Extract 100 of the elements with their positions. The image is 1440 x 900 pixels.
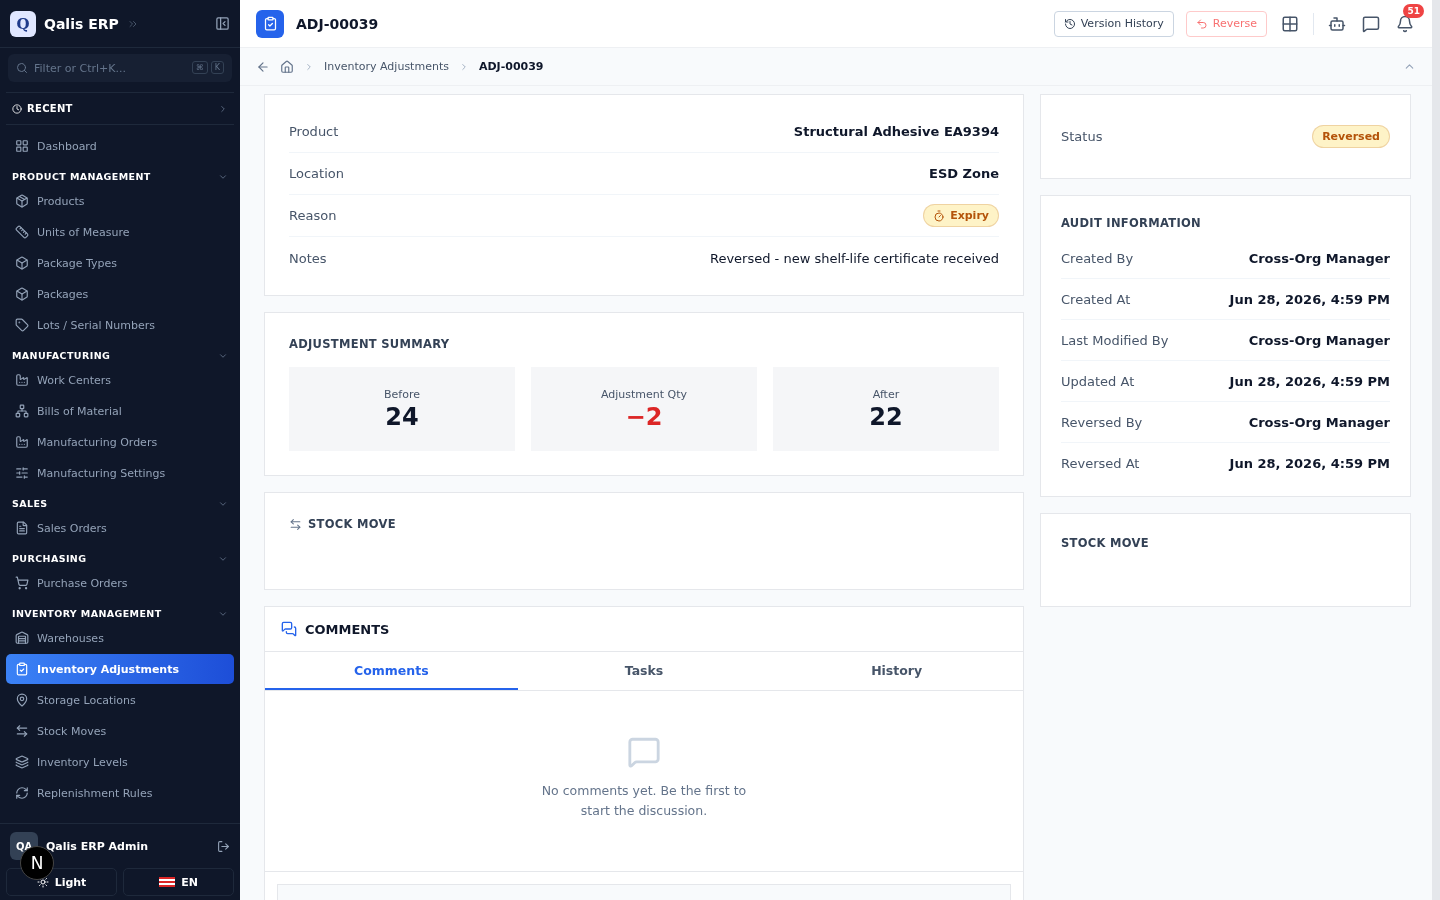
back-icon[interactable] bbox=[256, 59, 270, 74]
nav-item[interactable]: Replenishment Rules bbox=[6, 778, 234, 808]
nav-item[interactable]: Packages bbox=[6, 279, 234, 309]
shortcut-key: ⌘ bbox=[191, 61, 208, 74]
arrows-icon bbox=[15, 724, 29, 738]
nav-item[interactable]: Purchase Orders bbox=[6, 568, 234, 598]
field-value: Cross-Org Manager bbox=[1248, 250, 1390, 266]
search-icon bbox=[16, 62, 28, 74]
history-icon bbox=[1063, 17, 1076, 30]
field-label: Status bbox=[1061, 129, 1103, 144]
field-value: Jun 28, 2026, 4:59 PM bbox=[1229, 373, 1390, 389]
section-heading: SALES bbox=[12, 498, 48, 509]
clock-icon bbox=[12, 103, 22, 114]
box-icon bbox=[15, 287, 29, 301]
card-title: STOCK MOVE bbox=[308, 517, 396, 531]
field-label: Created At bbox=[1061, 291, 1131, 307]
field-value: Structural Adhesive EA9394 bbox=[793, 124, 999, 139]
field-label: Product bbox=[289, 124, 339, 139]
section-heading: MANUFACTURING bbox=[12, 350, 111, 361]
field-label: Reversed By bbox=[1061, 414, 1143, 430]
field-label: Reversed At bbox=[1061, 456, 1140, 471]
package-icon bbox=[15, 194, 29, 208]
version-history-button[interactable]: Version History bbox=[1053, 10, 1174, 37]
field-value: Cross-Org Manager bbox=[1248, 414, 1390, 430]
page-title: ADJ-00039 bbox=[296, 15, 380, 32]
nav-item[interactable]: Warehouses bbox=[6, 623, 234, 653]
summary-value: −2 bbox=[625, 402, 663, 431]
clipboard-check-icon bbox=[15, 662, 29, 676]
cart-icon bbox=[15, 576, 29, 590]
tab[interactable]: History bbox=[770, 652, 1023, 690]
card-title: STOCK MOVE bbox=[1061, 536, 1150, 550]
empty-message: No comments yet. Be the first to start the discussion. bbox=[540, 782, 748, 820]
summary-label: After bbox=[872, 387, 900, 401]
section-heading: PRODUCT MANAGEMENT bbox=[12, 171, 151, 182]
nav-item[interactable]: Dashboard bbox=[6, 131, 234, 161]
field-value: Jun 28, 2026, 4:59 PM bbox=[1229, 456, 1390, 471]
nav-item[interactable]: Sales Orders bbox=[6, 513, 234, 543]
grid-icon bbox=[15, 139, 29, 153]
nav-item[interactable]: Inventory Levels bbox=[6, 747, 234, 777]
nav-item[interactable]: Lots / Serial Numbers bbox=[6, 310, 234, 340]
summary-label: Before bbox=[384, 387, 420, 401]
nav-item[interactable]: Stock Moves bbox=[6, 716, 234, 746]
map-pin-icon bbox=[15, 693, 29, 707]
field-label: Last Modified By bbox=[1061, 332, 1169, 348]
nav-item[interactable]: Work Centers bbox=[6, 365, 234, 395]
field-label: Updated At bbox=[1061, 373, 1135, 389]
shortcut-key: K bbox=[210, 61, 224, 74]
field-value: Reversed - new shelf-life certificate received bbox=[709, 250, 999, 266]
app-logo: Q bbox=[10, 10, 36, 37]
card-title: COMMENTS bbox=[305, 621, 390, 637]
nav-item[interactable]: Inventory Adjustments bbox=[6, 654, 234, 684]
warehouse-icon bbox=[15, 631, 29, 645]
refresh-icon bbox=[15, 786, 29, 800]
factory-icon bbox=[15, 435, 29, 449]
nav-item[interactable]: Manufacturing Orders bbox=[6, 427, 234, 457]
recent-toggle[interactable]: RECENT bbox=[6, 92, 234, 125]
theme-button[interactable]: Light bbox=[6, 868, 117, 896]
tab[interactable]: Comments bbox=[265, 652, 518, 690]
ruler-icon bbox=[15, 225, 29, 239]
undo-icon bbox=[1195, 17, 1208, 30]
field-label: Location bbox=[289, 166, 344, 181]
nav-item[interactable]: Manufacturing Settings bbox=[6, 458, 234, 488]
nav-item[interactable]: Products bbox=[6, 186, 234, 216]
nav-item[interactable]: Storage Locations bbox=[6, 685, 234, 715]
card-title: AUDIT INFORMATION bbox=[1061, 216, 1203, 230]
card-title: ADJUSTMENT SUMMARY bbox=[289, 337, 451, 351]
summary-label: Adjustment Qty bbox=[600, 387, 688, 401]
collapse-sidebar-icon[interactable] bbox=[215, 16, 230, 31]
clipboard-check-icon bbox=[256, 9, 284, 38]
status-badge: Reversed bbox=[1312, 125, 1390, 148]
tag-icon bbox=[15, 318, 29, 332]
chevron-icon bbox=[218, 103, 228, 114]
summary-value: 22 bbox=[869, 402, 903, 431]
field-label: Notes bbox=[289, 250, 327, 266]
home-icon[interactable] bbox=[280, 59, 294, 74]
field-label: Created By bbox=[1061, 250, 1134, 266]
reason-badge: Expiry bbox=[923, 204, 999, 227]
field-value: Jun 28, 2026, 4:59 PM bbox=[1229, 291, 1390, 307]
layers-icon bbox=[15, 755, 29, 769]
document-icon bbox=[15, 521, 29, 535]
section-heading: INVENTORY MANAGEMENT bbox=[12, 608, 162, 619]
logout-icon[interactable] bbox=[217, 839, 230, 853]
field-value: Cross-Org Manager bbox=[1248, 332, 1390, 348]
notification-count: 51 bbox=[1403, 3, 1424, 18]
nav-item[interactable]: Package Types bbox=[6, 248, 234, 278]
tab[interactable]: Tasks bbox=[517, 652, 771, 690]
hierarchy-icon bbox=[15, 404, 29, 418]
summary-value: 24 bbox=[385, 402, 419, 431]
section-heading: PURCHASING bbox=[12, 553, 87, 564]
breadcrumb-link[interactable]: Inventory Adjustments bbox=[324, 60, 449, 73]
sun-icon bbox=[36, 876, 49, 888]
nav-item[interactable]: Bills of Material bbox=[6, 396, 234, 426]
box-icon bbox=[15, 256, 29, 270]
app-name: Qalis ERP bbox=[44, 15, 119, 32]
language-button[interactable]: EN bbox=[123, 868, 234, 896]
comment-icon bbox=[627, 735, 661, 769]
field-label: Reason bbox=[289, 208, 337, 223]
arrows-icon bbox=[289, 517, 302, 531]
nav-item[interactable]: Units of Measure bbox=[6, 217, 234, 247]
chevron-icon bbox=[304, 61, 314, 72]
